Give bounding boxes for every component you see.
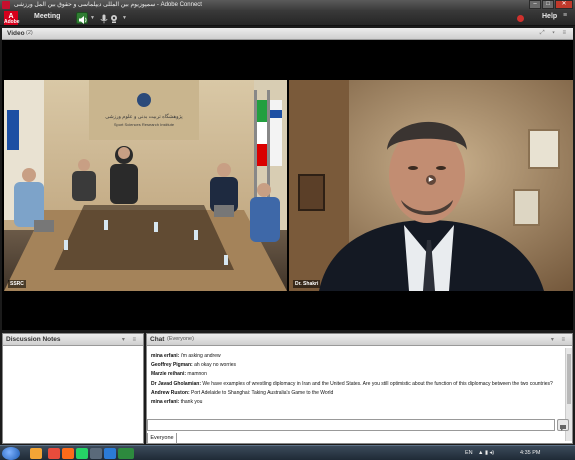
speaker-icon — [76, 12, 88, 24]
adobe-connect-icon — [2, 1, 10, 9]
chat-pod-title: Chat — [150, 336, 165, 343]
chat-pod-header: Chat (Everyone) ▾ ≡ — [147, 334, 572, 346]
window-title-bar: ﺳﻤﭙﻮزﯾﻮم ﺑﯿﻦ اﻟﻤﻠﻠﯽ دﯾﭙﻠﻤﺎﺳﯽ و ﺣﻘﻮق ﺑﯿﻦ … — [0, 0, 575, 10]
chat-text: thank you — [180, 399, 203, 406]
app-icon[interactable] — [90, 448, 102, 459]
chat-sender: Geoffrey Pigman: — [151, 362, 193, 369]
chat-message: Geoffrey Pigman: ah okay no worries — [151, 361, 561, 370]
chat-sender: Marzie reihani: — [151, 371, 187, 378]
chat-sender: mina erfani: — [151, 353, 180, 359]
chat-message: Marzie reihani: mamnon — [151, 370, 561, 379]
room-sign-en: Sport Sciences Research Institute — [114, 122, 175, 127]
menu-icon[interactable]: ≡ — [563, 12, 567, 19]
chrome-icon[interactable] — [48, 448, 60, 459]
whatsapp-icon[interactable] — [76, 448, 88, 459]
clock[interactable]: 4:35 PM — [520, 450, 540, 456]
video-pod-title: Video — [7, 30, 25, 37]
app-menu-bar: A Adobe Meeting ▼ ▼ Help ≡ — [0, 10, 575, 26]
explorer-icon[interactable] — [30, 448, 42, 459]
tab-everyone[interactable]: Everyone — [147, 433, 177, 444]
chat-sender: Dr Javad Gholamian: — [151, 380, 202, 387]
firefox-icon[interactable] — [62, 448, 74, 459]
room-sign: پژوهشگاه تربیت بدنی و علوم ورزشی — [105, 113, 183, 120]
tray-icons[interactable]: ▲ ▮ ◂) — [478, 450, 494, 456]
meeting-menu[interactable]: Meeting — [34, 13, 60, 20]
pod-options-icon[interactable]: ▾ ≡ — [122, 336, 139, 343]
chat-text: ah okay no worries — [194, 362, 237, 369]
webcam-icon — [108, 12, 120, 24]
chat-scope: (Everyone) — [167, 336, 194, 342]
play-icon[interactable]: ▶ — [426, 175, 436, 185]
video-count: (2) — [26, 30, 33, 36]
chat-input[interactable] — [147, 419, 555, 431]
webcam-control[interactable]: ▼ — [108, 12, 127, 24]
video-feed-label: Dr. Shakri — [293, 280, 321, 288]
chat-text: Port Adelaide to Shanghai: Taking Austra… — [191, 389, 334, 396]
adobe-connect-task-icon[interactable] — [118, 448, 134, 459]
chat-text: We have examples of wrestling diplomacy … — [202, 380, 553, 387]
chat-messages: mina erfani: i'm asking andrew Geoffrey … — [151, 352, 561, 407]
notes-pod-title: Discussion Notes — [6, 336, 61, 343]
chat-sender: Andrew Ruston: — [151, 389, 190, 396]
adobe-logo: A Adobe — [4, 11, 20, 25]
chevron-down-icon[interactable]: ▼ — [90, 15, 95, 21]
speaker-portrait-image — [289, 80, 573, 291]
language-indicator[interactable]: EN — [465, 450, 473, 456]
maximize-button[interactable]: □ — [542, 0, 554, 9]
taskbar: EN ▲ ▮ ◂) 4:35 PM — [0, 445, 575, 460]
chat-message: mina erfani: thank you — [151, 398, 561, 407]
scrollbar-thumb[interactable] — [567, 354, 571, 404]
window-title: ﺳﻤﭙﻮزﯾﻮم ﺑﯿﻦ اﻟﻤﻠﻠﯽ دﯾﭙﻠﻤﺎﺳﯽ و ﺣﻘﻮق ﺑﯿﻦ … — [14, 2, 202, 8]
chat-message: Andrew Ruston: Port Adelaide to Shanghai… — [151, 389, 561, 398]
video-pod-header: Video (2) ⤢ ▾ ≡ — [2, 28, 573, 40]
recording-indicator-icon — [517, 15, 524, 22]
pod-options-icon[interactable]: ⤢ ▾ ≡ — [540, 30, 569, 37]
chat-text: i'm asking andrew — [180, 353, 221, 359]
app-icon[interactable] — [104, 448, 116, 459]
chat-text: mamnon — [187, 371, 207, 378]
video-feed-dr-shakri[interactable]: Dr. Shakri ▶ — [289, 80, 573, 291]
chat-message: Dr Javad Gholamian: We have examples of … — [151, 380, 561, 389]
speaker-control[interactable]: ▼ — [76, 12, 95, 24]
pod-options-icon[interactable]: ▾ ≡ — [551, 336, 568, 343]
chat-message: mina erfani: i'm asking andrew — [151, 352, 561, 361]
discussion-notes-pod: Discussion Notes ▾ ≡ — [2, 333, 144, 444]
notes-body[interactable] — [5, 348, 141, 441]
window-controls: – □ ✕ — [529, 0, 573, 10]
send-button[interactable] — [557, 419, 569, 431]
help-menu[interactable]: Help — [542, 13, 557, 20]
notes-pod-header: Discussion Notes ▾ ≡ — [3, 334, 143, 346]
conference-room-image: پژوهشگاه تربیت بدنی و علوم ورزشی Sport S… — [4, 80, 287, 291]
minimize-button[interactable]: – — [529, 0, 541, 9]
chat-sender: mina erfani: — [151, 399, 180, 406]
close-button[interactable]: ✕ — [555, 0, 573, 9]
video-feed-ssrc[interactable]: پژوهشگاه تربیت بدنی و علوم ورزشی Sport S… — [4, 80, 287, 291]
video-feed-label: SSRC — [8, 280, 26, 288]
chat-bubble-icon — [560, 425, 566, 431]
start-button[interactable] — [2, 447, 20, 460]
chevron-down-icon[interactable]: ▼ — [122, 15, 127, 21]
video-area: پژوهشگاه تربیت بدنی و علوم ورزشی Sport S… — [2, 40, 573, 330]
